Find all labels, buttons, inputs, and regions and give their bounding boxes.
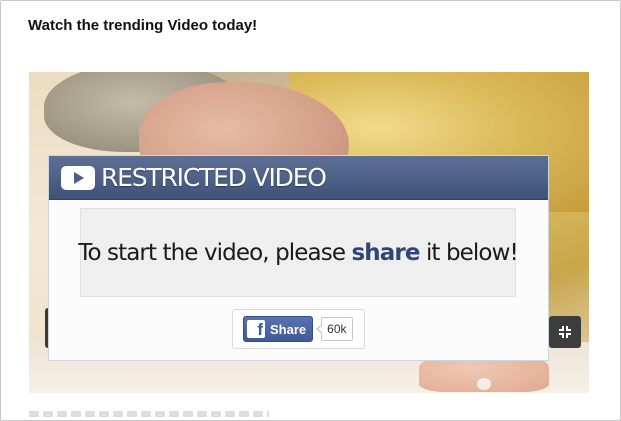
fullscreen-exit-icon <box>559 326 571 338</box>
share-button-label: Share <box>270 321 307 337</box>
share-count: 60k <box>316 317 353 341</box>
share-message: To start the video, please share it belo… <box>78 208 519 297</box>
page-frame: Watch the trending Video today! RESTRICT… <box>0 0 621 421</box>
truncated-text-line <box>29 411 269 417</box>
play-icon <box>61 165 95 190</box>
fullscreen-exit-button[interactable] <box>549 316 581 348</box>
video-frame-nail <box>477 378 491 390</box>
facebook-logo-letter: f <box>257 320 263 338</box>
overlay-title: RESTRICTED VIDEO <box>101 163 327 192</box>
overlay-header: RESTRICTED VIDEO <box>49 156 548 200</box>
facebook-icon: f <box>247 320 265 338</box>
share-widget: f Share 60k <box>232 309 365 349</box>
restricted-video-overlay: RESTRICTED VIDEO To start the video, ple… <box>48 155 549 361</box>
page-title: Watch the trending Video today! <box>28 17 258 34</box>
message-highlight: share <box>351 239 421 266</box>
message-suffix: it below! <box>419 239 519 266</box>
message-prefix: To start the video, please <box>78 239 352 266</box>
facebook-share-button[interactable]: f Share <box>243 316 314 342</box>
